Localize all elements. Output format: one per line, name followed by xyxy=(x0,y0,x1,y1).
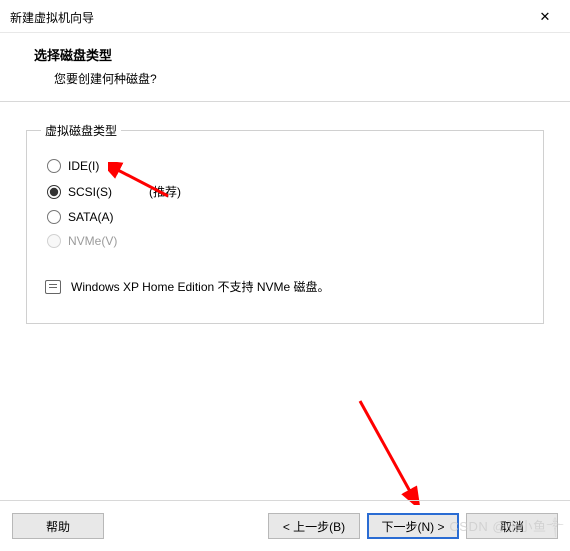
compat-note: Windows XP Home Edition 不支持 NVMe 磁盘。 xyxy=(45,278,529,295)
compat-note-text: Windows XP Home Edition 不支持 NVMe 磁盘。 xyxy=(71,278,330,295)
next-button[interactable]: 下一步(N) > xyxy=(367,513,459,539)
radio-scsi[interactable] xyxy=(47,185,61,199)
option-scsi[interactable]: SCSI(S) (推荐) xyxy=(47,183,529,200)
option-ide-label: IDE(I) xyxy=(68,159,99,173)
close-button[interactable]: ✕ xyxy=(530,6,560,28)
window-title: 新建虚拟机向导 xyxy=(10,9,94,26)
radio-nvme xyxy=(47,234,61,248)
option-sata-label: SATA(A) xyxy=(68,210,114,224)
wizard-body: 虚拟磁盘类型 IDE(I) SCSI(S) (推荐) SATA(A) NVMe(… xyxy=(0,102,570,324)
wizard-header: 选择磁盘类型 您要创建何种磁盘? xyxy=(0,33,570,102)
option-scsi-hint: (推荐) xyxy=(149,183,181,200)
option-sata[interactable]: SATA(A) xyxy=(47,210,529,224)
radio-ide[interactable] xyxy=(47,159,61,173)
info-icon xyxy=(45,280,61,294)
titlebar: 新建虚拟机向导 ✕ xyxy=(0,0,570,33)
option-nvme-label: NVMe(V) xyxy=(68,234,117,248)
help-button[interactable]: 帮助 xyxy=(12,513,104,539)
group-legend: 虚拟磁盘类型 xyxy=(41,122,121,139)
back-button[interactable]: < 上一步(B) xyxy=(268,513,360,539)
disk-type-group: 虚拟磁盘类型 IDE(I) SCSI(S) (推荐) SATA(A) NVMe(… xyxy=(26,122,544,324)
option-scsi-label: SCSI(S) xyxy=(68,185,112,199)
annotation-arrow-next xyxy=(350,395,430,505)
header-title: 选择磁盘类型 xyxy=(34,45,560,64)
close-icon: ✕ xyxy=(540,9,551,25)
option-nvme: NVMe(V) xyxy=(47,234,529,248)
radio-sata[interactable] xyxy=(47,210,61,224)
header-subtitle: 您要创建何种磁盘? xyxy=(54,70,560,87)
option-ide[interactable]: IDE(I) xyxy=(47,159,529,173)
watermark: CSDN @张小鱼༒ xyxy=(449,512,564,549)
